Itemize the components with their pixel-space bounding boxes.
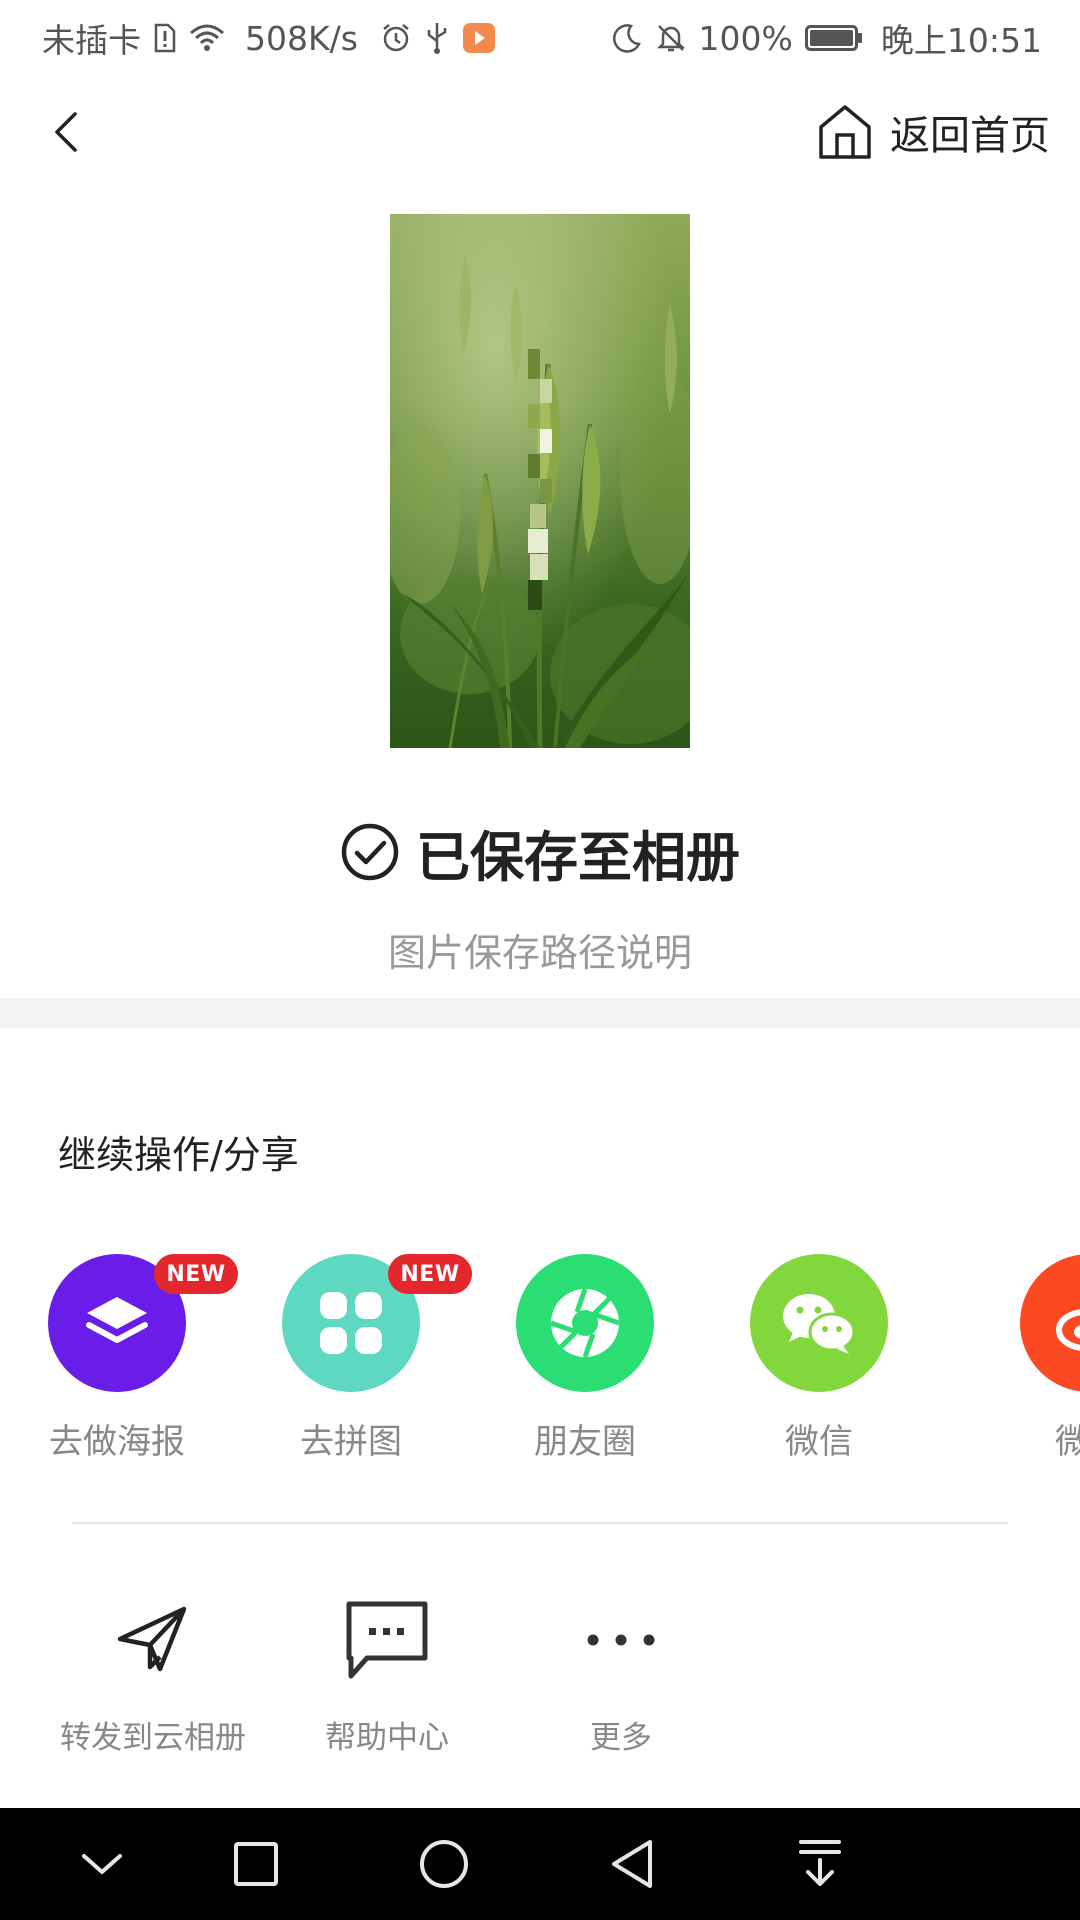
wheat-photo (390, 214, 690, 748)
tools-row: 转发到云相册 帮助中心 更多 (0, 1590, 1080, 1760)
back-to-home-button[interactable]: 返回首页 (816, 98, 1050, 166)
wifi-icon (189, 23, 225, 53)
home-icon (819, 105, 871, 159)
new-badge: NEW (154, 1254, 238, 1294)
moon-icon (611, 22, 643, 54)
alarm-icon (380, 22, 412, 54)
save-path-explanation-link[interactable]: 图片保存路径说明 (0, 922, 1080, 977)
back-button[interactable] (34, 100, 98, 164)
carrier-text: 未插卡 (42, 21, 141, 60)
system-navigation-bar (0, 1808, 1080, 1920)
new-badge: NEW (388, 1254, 472, 1294)
more-icon (504, 1590, 738, 1690)
check-circle-icon (341, 823, 399, 881)
share-item-label: 朋友圈 (534, 1422, 636, 1462)
saved-title: 已保存至相册 (416, 825, 740, 889)
wechat-icon (750, 1254, 888, 1392)
more-button[interactable]: 更多 (504, 1590, 738, 1760)
weibo-icon (1020, 1254, 1080, 1392)
status-bar: 未插卡 508K/s 100% 晚上10:51 (0, 0, 1080, 76)
sim-alert-icon (153, 23, 177, 53)
tool-label: 帮助中心 (325, 1720, 449, 1756)
forward-to-cloud-album-button[interactable]: 转发到云相册 (36, 1590, 270, 1760)
battery-percent-text: 100% (698, 18, 793, 58)
divider (72, 1522, 1008, 1524)
tool-label: 转发到云相册 (60, 1720, 246, 1756)
send-icon (36, 1590, 270, 1690)
saved-image-preview (390, 214, 690, 748)
share-item-weibo[interactable]: 微博 (972, 1254, 1080, 1474)
share-item-label: 微博 (1055, 1422, 1080, 1462)
battery-icon (804, 23, 863, 53)
nav-back-button[interactable] (590, 1834, 674, 1894)
mute-bell-icon (655, 22, 687, 54)
nav-notification-button[interactable] (778, 1834, 862, 1894)
share-item-wechat[interactable]: 微信 (702, 1254, 936, 1474)
share-item-label: 去做海报 (49, 1422, 185, 1462)
section-separator (0, 998, 1080, 1028)
pull-down-icon (799, 1840, 841, 1886)
video-app-icon (462, 22, 496, 54)
share-section-title: 继续操作/分享 (58, 1133, 299, 1177)
share-item-label: 去拼图 (300, 1422, 402, 1462)
clock-text: 晚上10:51 (880, 21, 1042, 60)
usb-icon (424, 21, 450, 55)
moments-aperture-icon (516, 1254, 654, 1392)
nav-recents-button[interactable] (214, 1834, 298, 1894)
square-icon (234, 1842, 278, 1886)
status-right: 100% 晚上10:51 (611, 14, 1042, 62)
share-row: NEW 去做海报 NEW 去拼图 朋友圈 微信 微博 (0, 1254, 1080, 1474)
back-to-home-label: 返回首页 (890, 113, 1050, 159)
share-item-collage[interactable]: NEW 去拼图 (234, 1254, 472, 1474)
nav-home-button[interactable] (402, 1834, 486, 1894)
help-center-button[interactable]: 帮助中心 (270, 1590, 504, 1760)
status-left: 未插卡 508K/s (42, 14, 496, 62)
header: 返回首页 (0, 86, 1080, 178)
chevron-left-icon (55, 112, 77, 152)
network-speed-text: 508K/s (245, 18, 358, 58)
share-item-label: 微信 (785, 1422, 853, 1462)
saved-confirmation: 已保存至相册 (0, 812, 1080, 892)
triangle-back-icon (612, 1840, 652, 1888)
nav-collapse-button[interactable] (60, 1834, 144, 1894)
chevron-down-icon (82, 1854, 122, 1874)
share-item-moments[interactable]: 朋友圈 (468, 1254, 702, 1474)
tool-label: 更多 (590, 1720, 652, 1756)
circle-icon (420, 1840, 468, 1888)
chat-bubble-icon (270, 1590, 504, 1690)
share-item-poster[interactable]: NEW 去做海报 (0, 1254, 238, 1474)
